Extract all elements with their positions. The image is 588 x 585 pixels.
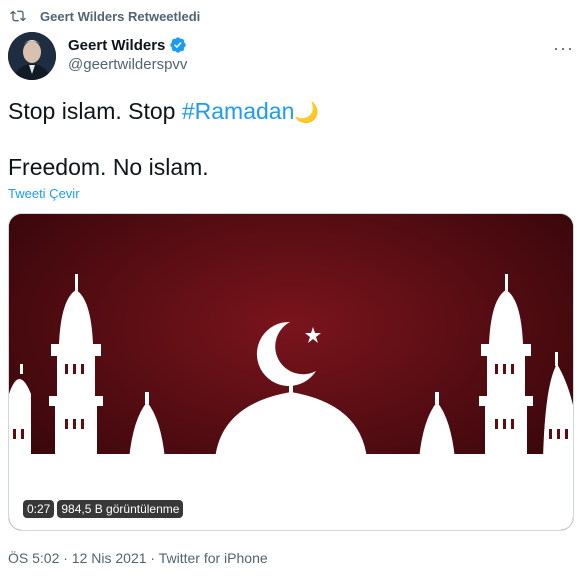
hashtag-link[interactable]: #Ramadan bbox=[182, 98, 295, 124]
retweet-label: Geert Wilders Retweetledi bbox=[40, 8, 201, 24]
tweet-line-1: Stop islam. Stop #Ramadan🌙 bbox=[8, 96, 568, 128]
author-handle: @geertwilderspvv bbox=[68, 56, 188, 73]
mosque-silhouette-image bbox=[9, 214, 573, 530]
video-views: 984,5 B görüntülenme bbox=[57, 500, 184, 518]
retweet-context[interactable]: Geert Wilders Retweetledi bbox=[10, 8, 200, 24]
moon-emoji: 🌙 bbox=[294, 102, 320, 124]
tweet-text: Stop islam. Stop #Ramadan🌙 Freedom. No i… bbox=[8, 96, 568, 182]
tweet-timestamp[interactable]: ÖS 5:02 · 12 Nis 2021 · Twitter for iPho… bbox=[8, 550, 268, 566]
translate-link[interactable]: Tweeti Çevir bbox=[8, 186, 80, 201]
video-badges: 0:27 984,5 B görüntülenme bbox=[23, 500, 184, 518]
author-name[interactable]: Geert Wilders bbox=[68, 37, 165, 54]
tweet-line-1-text: Stop islam. Stop bbox=[8, 98, 182, 124]
video-player[interactable]: 0:27 984,5 B görüntülenme bbox=[8, 213, 574, 531]
avatar[interactable] bbox=[8, 32, 56, 80]
retweet-icon bbox=[10, 10, 26, 22]
more-options-icon[interactable]: ··· bbox=[553, 38, 574, 59]
video-duration: 0:27 bbox=[23, 500, 55, 518]
verified-badge-icon bbox=[170, 37, 187, 53]
tweet-line-2: Freedom. No islam. bbox=[8, 154, 209, 180]
author-block[interactable]: Geert Wilders @geertwilderspvv bbox=[68, 36, 188, 74]
